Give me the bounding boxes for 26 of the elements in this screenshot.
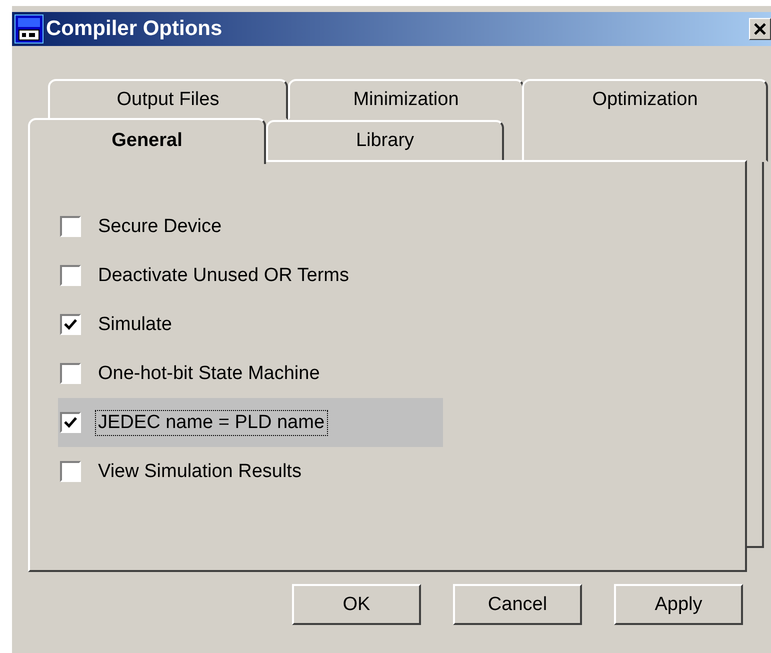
checkbox-label: View Simulation Results	[97, 460, 302, 484]
dialog-button[interactable]: Apply	[614, 584, 743, 625]
checkbox[interactable]	[60, 265, 81, 286]
checkbox-label: One-hot-bit State Machine	[97, 362, 321, 386]
app-icon	[14, 14, 44, 44]
dialog-button[interactable]: OK	[292, 584, 421, 625]
dialog-button[interactable]: Cancel	[453, 584, 582, 625]
checkbox[interactable]	[60, 216, 81, 237]
tab[interactable]: General	[28, 118, 266, 164]
tab[interactable]: Optimization	[522, 79, 768, 162]
tab[interactable]: Minimization	[288, 79, 524, 120]
tab[interactable]: Output Files	[48, 79, 288, 120]
tab[interactable]: Library	[266, 120, 504, 162]
check-icon	[64, 319, 77, 330]
checkbox-label: Secure Device	[97, 214, 223, 238]
close-icon	[753, 22, 767, 36]
window-title: Compiler Options	[46, 17, 224, 41]
checkbox[interactable]	[60, 412, 81, 433]
checkbox[interactable]	[60, 314, 81, 335]
close-button[interactable]	[749, 18, 771, 40]
check-icon	[64, 417, 77, 428]
checkbox[interactable]	[60, 461, 81, 482]
checkbox-label: Deactivate Unused OR Terms	[97, 264, 350, 288]
checkbox-label: Simulate	[97, 312, 173, 336]
checkbox[interactable]	[60, 363, 81, 384]
checkbox-label: JEDEC name = PLD name	[95, 410, 328, 436]
